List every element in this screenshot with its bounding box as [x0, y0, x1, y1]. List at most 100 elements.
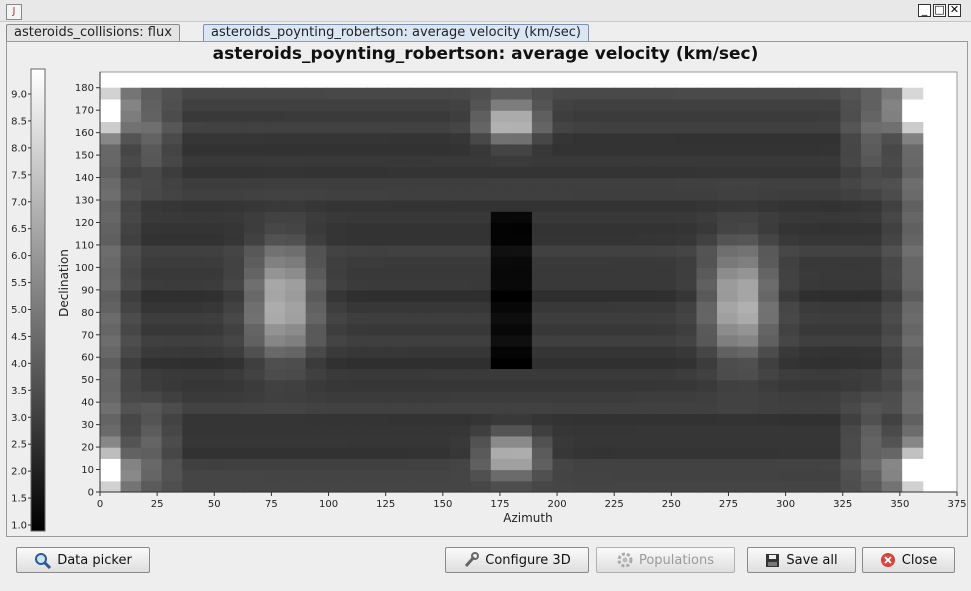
heatmap-cell [161, 469, 183, 482]
heatmap-cell [470, 323, 492, 336]
heatmap-cell [614, 132, 636, 145]
heatmap-cell [902, 121, 924, 134]
heatmap-cell [490, 390, 512, 403]
heatmap-cell [449, 312, 471, 325]
heatmap-cell [881, 480, 903, 493]
heatmap-cell [346, 424, 368, 437]
heatmap-cell [346, 480, 368, 493]
heatmap-cell [326, 121, 348, 134]
heatmap-cell [408, 312, 430, 325]
heatmap-cell [305, 256, 327, 269]
heatmap-cell [737, 312, 759, 325]
heatmap-cell [408, 289, 430, 302]
heatmap-cell [264, 379, 286, 392]
heatmap-cell [161, 87, 183, 100]
heatmap-cell [202, 188, 225, 201]
heatmap-cell [552, 166, 574, 179]
heatmap-cell [737, 390, 759, 403]
heatmap-cell [531, 289, 554, 302]
heatmap-cell [326, 357, 348, 370]
heatmap-cell [387, 211, 410, 224]
heatmap-cell [696, 413, 718, 426]
heatmap-cell [429, 233, 451, 246]
heatmap-cell [902, 233, 924, 246]
heatmap-cell [593, 447, 615, 459]
heatmap-cell [778, 289, 800, 302]
heatmap-cell [614, 121, 636, 134]
heatmap-cell [305, 323, 327, 336]
heatmap-cell [593, 87, 615, 100]
heatmap-cell [223, 121, 245, 134]
heatmap-cell [326, 402, 348, 414]
heatmap-cell [326, 155, 348, 167]
heatmap-cell [202, 233, 225, 246]
heatmap-cell [696, 121, 718, 134]
heatmap-cell [429, 402, 451, 414]
data-picker-button[interactable]: Data picker [16, 547, 150, 573]
close-button[interactable]: Close [862, 547, 955, 573]
heatmap-cell [717, 177, 739, 190]
heatmap-cell [264, 200, 286, 212]
heatmap-cell [202, 200, 225, 212]
populations-button[interactable]: Populations [596, 547, 735, 573]
heatmap-cell [531, 177, 554, 190]
heatmap-cell [223, 211, 245, 224]
heatmap-cell [470, 98, 492, 111]
heatmap-cell [202, 379, 225, 392]
heatmap-cell [840, 424, 862, 437]
heatmap-cell [531, 143, 554, 156]
heatmap-cell [696, 132, 718, 145]
heatmap-cell [799, 110, 821, 123]
heatmap-cell [634, 87, 656, 100]
heatmap-cell [511, 424, 533, 437]
heatmap-cell [511, 447, 533, 459]
heatmap-cell [449, 121, 471, 134]
heatmap-cell [614, 458, 636, 471]
heatmap-cell [511, 413, 533, 426]
heatmap-cell [141, 390, 163, 403]
heatmap-cell [470, 132, 492, 145]
heatmap-cell [717, 166, 739, 179]
heatmap-cell [202, 458, 225, 471]
heatmap-cell [490, 177, 512, 190]
y-tick-label: 180 [75, 83, 94, 94]
heatmap-cell [758, 87, 780, 100]
y-tick-label: 50 [81, 375, 94, 386]
heatmap-cell [470, 357, 492, 370]
colorbar-tick-label: 9.0 [11, 90, 27, 101]
heatmap-cell [429, 211, 451, 224]
heatmap-cell [552, 413, 574, 426]
heatmap-cell [305, 346, 327, 358]
heatmap-cell [326, 278, 348, 291]
heatmap-cell [285, 98, 307, 111]
heatmap-cell [552, 177, 574, 190]
heatmap-cell [861, 334, 883, 347]
heatmap-cell [408, 98, 430, 111]
heatmap-cell [531, 346, 554, 358]
heatmap-cell [758, 312, 780, 325]
heatmap-cell [593, 278, 615, 291]
heatmap-cell [367, 458, 389, 471]
heatmap-cell [573, 346, 595, 358]
heatmap-cell [429, 334, 451, 347]
heatmap-cell [511, 143, 533, 156]
heatmap-cell [593, 323, 615, 336]
heatmap-cell [531, 222, 554, 235]
heatmap-cell [634, 98, 656, 111]
save-all-button[interactable]: Save all [747, 547, 856, 573]
configure-3d-button[interactable]: Configure 3D [445, 547, 589, 573]
heatmap-cell [449, 435, 471, 448]
heatmap-cell [758, 267, 780, 280]
heatmap-cell [778, 222, 800, 235]
heatmap-cell [881, 357, 903, 370]
heatmap-cell [552, 222, 574, 235]
heatmap-cell [305, 278, 327, 291]
heatmap-cell [511, 188, 533, 201]
heatmap-cell [840, 233, 862, 246]
heatmap-cell [449, 323, 471, 336]
heatmap-cell [614, 447, 636, 459]
heatmap-cell [182, 390, 204, 403]
heatmap-cell [675, 110, 698, 123]
heatmap-cell [223, 379, 245, 392]
heatmap-cell [675, 143, 698, 156]
